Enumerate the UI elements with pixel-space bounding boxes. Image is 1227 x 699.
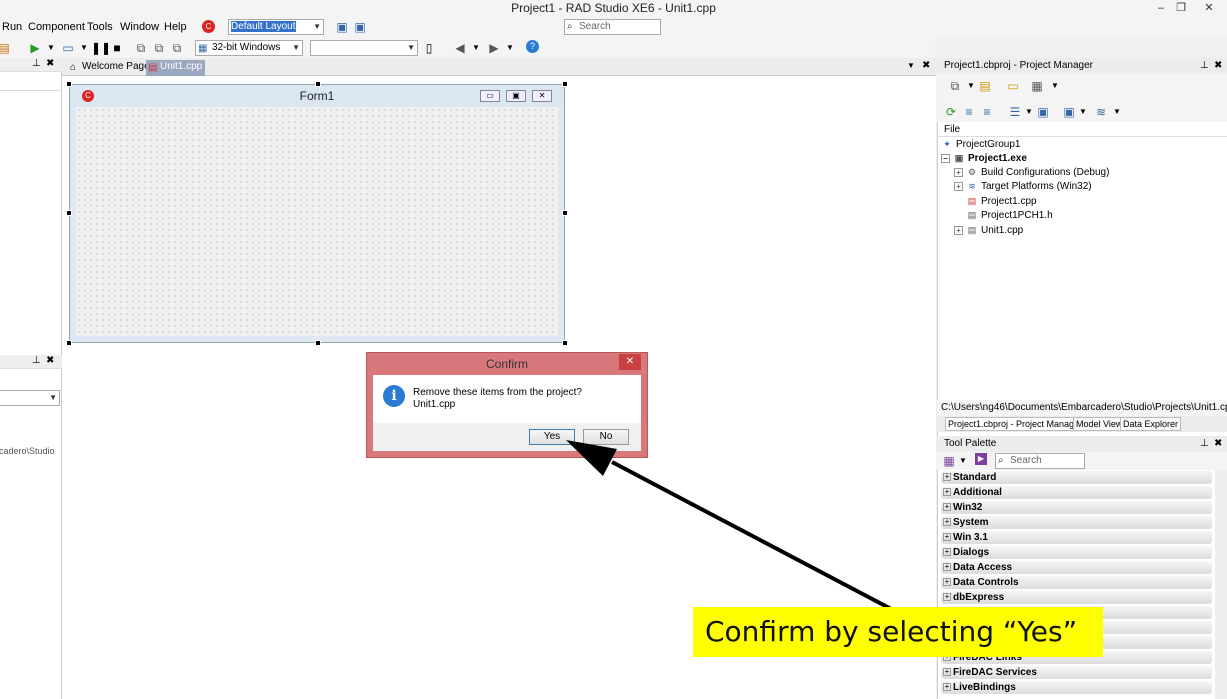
instruction-callout: Confirm by selecting “Yes” bbox=[693, 607, 1103, 657]
arrow-shaft bbox=[611, 460, 894, 612]
arrow-head bbox=[566, 440, 617, 476]
annotation-arrow bbox=[566, 440, 894, 612]
